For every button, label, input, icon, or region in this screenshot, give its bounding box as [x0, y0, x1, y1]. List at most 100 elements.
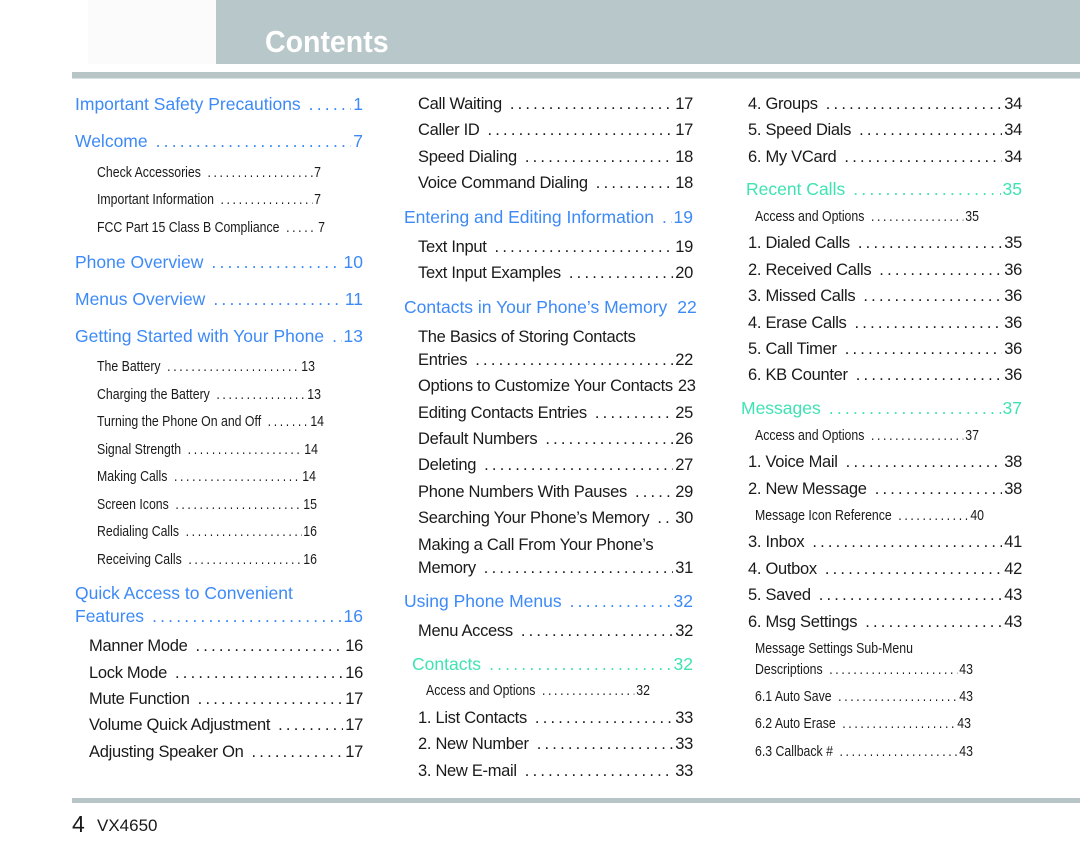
toc-entry[interactable]: Redialing Calls.........................…	[97, 521, 317, 543]
toc-entry-line[interactable]: The Basics of Storing Contacts	[418, 326, 693, 348]
toc-entry-label: Call Waiting	[418, 95, 502, 113]
toc-entry[interactable]: Welcome.................................…	[75, 130, 363, 152]
toc-entry-label: Access and Options	[755, 208, 865, 225]
toc-entry[interactable]: Mute Function...........................…	[89, 688, 363, 710]
toc-entry[interactable]: 3. New E-mail...........................…	[418, 760, 693, 782]
toc-entry[interactable]: Access and Options......................…	[755, 425, 979, 447]
toc-entry-label: Recent Calls	[746, 179, 846, 199]
toc-entry[interactable]: 5. Call Timer...........................…	[748, 338, 1022, 360]
toc-entry[interactable]: Default Numbers.........................…	[418, 428, 693, 450]
toc-entry[interactable]: Deleting................................…	[418, 454, 693, 476]
dot-leader: ........................................…	[188, 551, 301, 568]
toc-entry[interactable]: 6. Msg Settings.........................…	[748, 611, 1022, 633]
toc-entry[interactable]: 6.3 Callback #..........................…	[755, 741, 973, 763]
toc-entry-label: Message Icon Reference	[755, 507, 892, 524]
toc-entry[interactable]: Lock Mode...............................…	[89, 662, 363, 684]
toc-entry[interactable]: Memory..................................…	[418, 557, 693, 579]
toc-entry[interactable]: Screen Icons............................…	[97, 494, 317, 516]
toc-entry[interactable]: Access and Options......................…	[755, 206, 979, 228]
toc-page-number: 38	[1004, 480, 1022, 498]
toc-entry[interactable]: 1. Dialed Calls.........................…	[748, 232, 1022, 254]
toc-entry[interactable]: Message Icon Reference..................…	[755, 505, 984, 527]
toc-entry[interactable]: Check Accessories.......................…	[97, 162, 321, 184]
toc-page-number: 7	[314, 164, 321, 181]
toc-entry[interactable]: 4. Erase Calls..........................…	[748, 312, 1022, 334]
toc-entry[interactable]: Phone Numbers With Pauses...............…	[418, 481, 693, 503]
toc-entry[interactable]: Contacts................................…	[412, 653, 693, 675]
dot-leader: ........................................…	[545, 430, 674, 448]
toc-entry[interactable]: Options to Customize Your Contacts 23	[418, 375, 697, 397]
toc-entry-label: Menus Overview	[75, 289, 206, 309]
toc-page-number: 16	[345, 637, 363, 655]
toc-entry[interactable]: 4. Groups...............................…	[748, 93, 1022, 115]
toc-entry-label: Features	[75, 606, 145, 626]
toc-entry[interactable]: FCC Part 15 Class B Compliance..........…	[97, 217, 325, 239]
toc-entry[interactable]: Voice Command Dialing...................…	[418, 172, 693, 194]
toc-entry[interactable]: Editing Contacts Entries................…	[418, 402, 693, 424]
toc-entry[interactable]: 6.1 Auto Save...........................…	[755, 686, 973, 708]
toc-entry[interactable]: Adjusting Speaker On....................…	[89, 741, 363, 763]
toc-entry[interactable]: Recent Calls............................…	[746, 178, 1022, 200]
toc-entry[interactable]: Using Phone Menus.......................…	[404, 590, 693, 612]
toc-entry[interactable]: Signal Strength.........................…	[97, 439, 318, 461]
toc-entry[interactable]: Access and Options......................…	[426, 680, 650, 702]
toc-entry[interactable]: 5. Speed Dials..........................…	[748, 119, 1022, 141]
dot-leader: ........................................…	[536, 735, 674, 753]
toc-entry[interactable]: Manner Mode.............................…	[89, 635, 363, 657]
toc-page-number: 13	[307, 386, 321, 403]
toc-entry[interactable]: 1. List Contacts........................…	[418, 707, 693, 729]
toc-entry[interactable]: Searching Your Phone’s Memory...........…	[418, 507, 693, 529]
toc-entry[interactable]: Receiving Calls.........................…	[97, 549, 317, 571]
toc-entry[interactable]: 4. Outbox...............................…	[748, 558, 1022, 580]
toc-entry[interactable]: Descriptions............................…	[755, 659, 973, 681]
toc-entry[interactable]: 2. New Number...........................…	[418, 733, 693, 755]
toc-entry[interactable]: Charging the Battery....................…	[97, 384, 321, 406]
toc-entry[interactable]: Entering and Editing Information........…	[404, 206, 693, 228]
toc-entry[interactable]: Text Input..............................…	[418, 236, 693, 258]
toc-entry[interactable]: Caller ID...............................…	[418, 119, 693, 141]
dot-leader: ........................................…	[870, 208, 964, 225]
toc-entry[interactable]: Entries.................................…	[418, 349, 693, 371]
toc-entry[interactable]: Speed Dialing...........................…	[418, 146, 693, 168]
toc-entry[interactable]: Getting Started with Your Phone.........…	[75, 325, 363, 347]
toc-entry[interactable]: Call Waiting............................…	[418, 93, 693, 115]
toc-entry[interactable]: The Battery.............................…	[97, 356, 315, 378]
toc-page-number: 17	[345, 690, 363, 708]
toc-entry[interactable]: Volume Quick Adjustment.................…	[89, 714, 363, 736]
toc-page-number: 13	[343, 326, 363, 346]
toc-entry[interactable]: Contacts in Your Phone’s Memory.........…	[404, 296, 697, 318]
toc-entry[interactable]: 1. Voice Mail...........................…	[748, 451, 1022, 473]
dot-leader: ........................................…	[173, 468, 301, 485]
toc-entry[interactable]: Menu Access.............................…	[418, 620, 693, 642]
toc-entry[interactable]: 6. My VCard.............................…	[748, 146, 1022, 168]
dot-leader: ........................................…	[195, 637, 344, 655]
toc-entry-label: 2. Received Calls	[748, 261, 872, 279]
toc-entry-line[interactable]: Making a Call From Your Phone’s	[418, 534, 693, 556]
toc-page-number: 14	[302, 468, 316, 485]
toc-entry-label: Redialing Calls	[97, 523, 180, 540]
toc-entry[interactable]: Phone Overview..........................…	[75, 251, 363, 273]
toc-page-number: 35	[965, 208, 979, 225]
toc-entry[interactable]: Important Safety Precautions............…	[75, 93, 363, 115]
toc-entry-line[interactable]: Message Settings Sub-Menu	[755, 638, 973, 660]
toc-entry[interactable]: 5. Saved................................…	[748, 584, 1022, 606]
toc-entry[interactable]: 6. KB Counter...........................…	[748, 364, 1022, 386]
toc-entry[interactable]: Important Information...................…	[97, 189, 321, 211]
toc-entry-label: Turning the Phone On and Off	[97, 413, 262, 430]
toc-entry[interactable]: Making Calls............................…	[97, 466, 316, 488]
toc-entry[interactable]: Features................................…	[75, 605, 363, 627]
dot-leader: ........................................…	[857, 234, 1002, 252]
toc-entry[interactable]: 6.2 Auto Erase..........................…	[755, 713, 971, 735]
toc-entry-line[interactable]: Quick Access to Convenient	[75, 582, 363, 604]
toc-entry[interactable]: Text Input Examples.....................…	[418, 262, 693, 284]
toc-entry[interactable]: Messages................................…	[741, 397, 1022, 419]
toc-entry[interactable]: 2. Received Calls.......................…	[748, 259, 1022, 281]
toc-entry[interactable]: 3. Missed Calls.........................…	[748, 285, 1022, 307]
toc-entry[interactable]: Menus Overview..........................…	[75, 288, 363, 310]
toc-page-number: 22	[677, 297, 697, 317]
dot-leader: ........................................…	[483, 559, 673, 577]
dot-leader: ........................................…	[824, 560, 1003, 578]
toc-entry[interactable]: 3. Inbox................................…	[748, 531, 1022, 553]
toc-entry[interactable]: Turning the Phone On and Off............…	[97, 411, 324, 433]
toc-entry[interactable]: 2. New Message..........................…	[748, 478, 1022, 500]
